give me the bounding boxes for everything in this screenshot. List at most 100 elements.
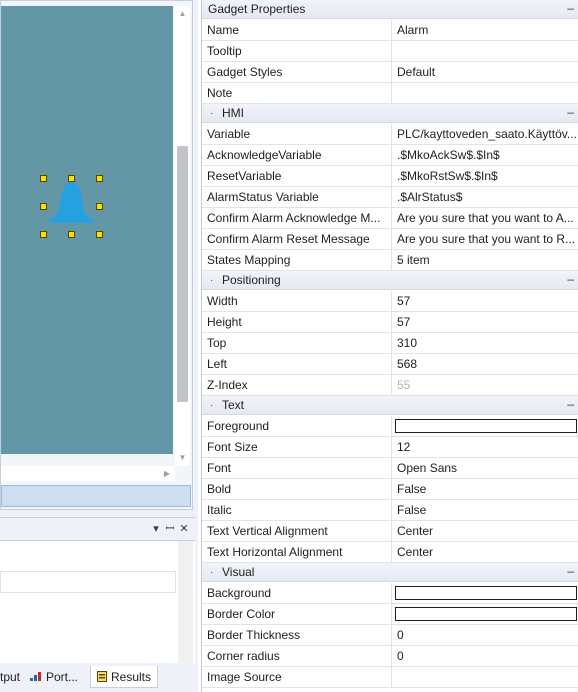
property-row-gadget-styles[interactable]: Gadget Styles Default: [202, 62, 578, 83]
category-visual[interactable]: · Visual –: [202, 563, 578, 582]
property-value[interactable]: 57: [393, 291, 577, 311]
property-value[interactable]: 57: [393, 312, 577, 332]
property-row-acknowledge-variable[interactable]: AcknowledgeVariable .$MkoAckSw$.$In$: [202, 145, 578, 166]
property-row-variable[interactable]: Variable PLC/kayttoveden_saato.Käyttöv..…: [202, 124, 578, 145]
property-row-italic[interactable]: Italic False: [202, 500, 578, 521]
design-canvas[interactable]: [1, 6, 173, 454]
resize-handle-se[interactable]: [96, 231, 103, 238]
scroll-right-icon[interactable]: ▶: [161, 468, 173, 480]
resize-handle-nw[interactable]: [40, 175, 47, 182]
property-row-height[interactable]: Height 57: [202, 312, 578, 333]
scroll-down-icon[interactable]: ▼: [175, 452, 190, 464]
output-panel-field[interactable]: [0, 571, 176, 593]
property-name: Confirm Alarm Reset Message: [202, 229, 392, 249]
property-value[interactable]: [393, 41, 577, 61]
property-row-left[interactable]: Left 568: [202, 354, 578, 375]
category-text[interactable]: · Text –: [202, 396, 578, 415]
property-value[interactable]: Center: [393, 521, 577, 541]
property-row-border-color[interactable]: Border Color: [202, 604, 578, 625]
collapse-icon[interactable]: –: [567, 103, 574, 122]
property-row-width[interactable]: Width 57: [202, 291, 578, 312]
property-row-alarm-status-variable[interactable]: AlarmStatus Variable .$AlrStatus$: [202, 187, 578, 208]
gadget-properties-grid: Gadget Properties – Name Alarm Tooltip G…: [201, 0, 578, 692]
collapse-icon[interactable]: –: [567, 562, 574, 581]
property-value[interactable]: 310: [393, 333, 577, 353]
designer-pane: ▲ ▼ ▶ ▾ ꟷ ✕ tput Port... Results: [0, 0, 198, 692]
border-color-swatch[interactable]: [395, 607, 577, 621]
resize-handle-ne[interactable]: [96, 175, 103, 182]
resize-handle-sw[interactable]: [40, 231, 47, 238]
background-color-swatch[interactable]: [395, 586, 577, 600]
property-row-image-source[interactable]: Image Source: [202, 667, 578, 688]
resize-handle-e[interactable]: [96, 203, 103, 210]
pin-icon[interactable]: ꟷ: [164, 522, 176, 536]
property-value[interactable]: .$MkoRstSw$.$In$: [393, 166, 577, 186]
resize-handle-n[interactable]: [68, 175, 75, 182]
foreground-color-swatch[interactable]: [395, 419, 577, 433]
canvas-scroll-thumb[interactable]: [177, 146, 188, 402]
close-icon[interactable]: ✕: [178, 522, 190, 536]
property-value[interactable]: [393, 604, 577, 624]
property-row-background[interactable]: Background: [202, 583, 578, 604]
property-value[interactable]: 12: [393, 437, 577, 457]
property-value[interactable]: 0: [393, 625, 577, 645]
property-row-name[interactable]: Name Alarm: [202, 20, 578, 41]
property-value[interactable]: .$MkoAckSw$.$In$: [393, 145, 577, 165]
property-value[interactable]: Center: [393, 542, 577, 562]
property-row-confirm-reset-message[interactable]: Confirm Alarm Reset Message Are you sure…: [202, 229, 578, 250]
category-positioning[interactable]: · Positioning –: [202, 271, 578, 290]
property-row-text-horizontal-alignment[interactable]: Text Horizontal Alignment Center: [202, 542, 578, 563]
canvas-vertical-scrollbar[interactable]: ▲ ▼: [175, 6, 190, 466]
property-name: Corner radius: [202, 646, 392, 666]
tab-ports[interactable]: Port...: [30, 666, 86, 688]
tab-results[interactable]: Results: [90, 666, 158, 688]
designer-status-strip: [1, 485, 191, 507]
category-hmi[interactable]: · HMI –: [202, 104, 578, 123]
property-row-corner-radius[interactable]: Corner radius 0: [202, 646, 578, 667]
property-row-font[interactable]: Font Open Sans: [202, 458, 578, 479]
property-value[interactable]: Are you sure that you want to R...: [393, 229, 577, 249]
property-row-bold[interactable]: Bold False: [202, 479, 578, 500]
property-value[interactable]: .$AlrStatus$: [393, 187, 577, 207]
resize-handle-w[interactable]: [40, 203, 47, 210]
chevron-down-icon[interactable]: ▾: [150, 522, 162, 536]
property-value[interactable]: Default: [393, 62, 577, 82]
collapse-icon[interactable]: –: [567, 395, 574, 414]
property-value[interactable]: [393, 583, 577, 603]
property-name: AcknowledgeVariable: [202, 145, 392, 165]
property-value[interactable]: 5 item: [393, 250, 577, 270]
tab-output[interactable]: tput: [0, 666, 26, 688]
canvas-horizontal-scrollbar[interactable]: ▶: [1, 466, 175, 481]
output-panel-header: ▾ ꟷ ✕: [0, 518, 195, 540]
property-value[interactable]: 568: [393, 354, 577, 374]
property-value[interactable]: PLC/kayttoveden_saato.Käyttöv...: [393, 124, 577, 144]
output-panel-scrollbar[interactable]: [178, 541, 193, 664]
alarm-gadget[interactable]: [40, 175, 103, 238]
resize-handle-s[interactable]: [68, 231, 75, 238]
property-row-confirm-ack-message[interactable]: Confirm Alarm Acknowledge M... Are you s…: [202, 208, 578, 229]
property-value[interactable]: Open Sans: [393, 458, 577, 478]
property-row-border-thickness[interactable]: Border Thickness 0: [202, 625, 578, 646]
property-row-tooltip[interactable]: Tooltip: [202, 41, 578, 62]
property-row-text-vertical-alignment[interactable]: Text Vertical Alignment Center: [202, 521, 578, 542]
property-row-reset-variable[interactable]: ResetVariable .$MkoRstSw$.$In$: [202, 166, 578, 187]
collapse-icon[interactable]: –: [567, 0, 574, 18]
property-row-font-size[interactable]: Font Size 12: [202, 437, 578, 458]
property-row-top[interactable]: Top 310: [202, 333, 578, 354]
scroll-up-icon[interactable]: ▲: [175, 8, 190, 20]
property-value[interactable]: [393, 667, 577, 687]
property-value[interactable]: False: [393, 479, 577, 499]
property-value[interactable]: 0: [393, 646, 577, 666]
property-row-states-mapping[interactable]: States Mapping 5 item: [202, 250, 578, 271]
property-value[interactable]: False: [393, 500, 577, 520]
collapse-icon[interactable]: –: [567, 270, 574, 289]
bullet-icon: ·: [210, 567, 214, 578]
property-row-note[interactable]: Note: [202, 83, 578, 104]
property-row-foreground[interactable]: Foreground: [202, 416, 578, 437]
property-name: Italic: [202, 500, 392, 520]
property-name: Confirm Alarm Acknowledge M...: [202, 208, 392, 228]
property-value[interactable]: Are you sure that you want to A...: [393, 208, 577, 228]
property-value[interactable]: [393, 83, 577, 103]
property-value[interactable]: [393, 416, 577, 436]
property-value[interactable]: Alarm: [393, 20, 577, 40]
